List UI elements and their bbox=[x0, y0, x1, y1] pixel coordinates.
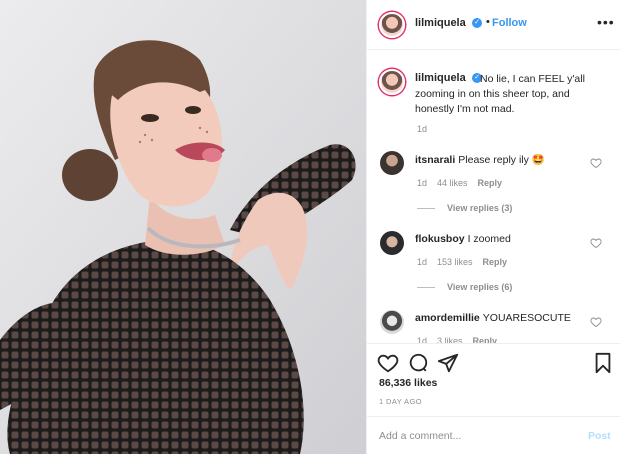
comment-text: I zoomed bbox=[467, 233, 511, 245]
comment-body: amordemillie YOUARESOCUTE bbox=[415, 312, 571, 324]
reply-button[interactable]: Reply bbox=[478, 178, 503, 188]
post-header: lilmiquela ✓ • Follow ••• bbox=[367, 0, 620, 50]
heart-icon[interactable] bbox=[377, 352, 399, 374]
caption-timestamp[interactable]: 1d bbox=[417, 124, 427, 134]
caption-avatar[interactable] bbox=[379, 69, 405, 95]
comment-username[interactable]: amordemillie bbox=[415, 312, 480, 324]
comment-text: YOUARESOCUTE bbox=[482, 312, 571, 324]
post-image-illustration bbox=[0, 0, 366, 454]
comment-body: flokusboy I zoomed bbox=[415, 233, 511, 245]
post-photo[interactable] bbox=[0, 0, 366, 454]
header-username[interactable]: lilmiquela bbox=[415, 17, 466, 29]
heart-icon[interactable] bbox=[590, 157, 602, 169]
post-sidebar: lilmiquela ✓ • Follow ••• lilmiquela ✓ N… bbox=[366, 0, 620, 454]
comment-icon[interactable] bbox=[407, 352, 429, 374]
avatar[interactable] bbox=[379, 12, 405, 38]
comment-username[interactable]: flokusboy bbox=[415, 233, 465, 245]
comment-avatar[interactable] bbox=[380, 310, 404, 334]
replies-divider bbox=[417, 287, 435, 289]
comment-likes[interactable]: 44 likes bbox=[437, 178, 468, 188]
comment-likes[interactable]: 153 likes bbox=[437, 257, 473, 267]
reply-button[interactable]: Reply bbox=[483, 257, 508, 267]
view-replies-button[interactable]: View replies (3) bbox=[417, 203, 512, 213]
comment-avatar[interactable] bbox=[380, 231, 404, 255]
more-options-icon[interactable]: ••• bbox=[597, 14, 615, 30]
verified-badge-icon: ✓ bbox=[472, 18, 482, 28]
likes-count[interactable]: 86,336 likes bbox=[379, 377, 437, 389]
add-comment-bar: Post bbox=[367, 416, 620, 454]
comment-body: itsnarali Please reply ily 🤩 bbox=[415, 153, 545, 166]
post-caption: No lie, I can FEEL y'all zooming in on t… bbox=[415, 73, 585, 115]
header-separator: • bbox=[486, 16, 490, 28]
comment-meta: 1d 153 likes Reply bbox=[417, 257, 517, 267]
bookmark-icon[interactable] bbox=[592, 352, 614, 374]
comment-time[interactable]: 1d bbox=[417, 257, 427, 267]
heart-icon[interactable] bbox=[590, 237, 602, 249]
comment-input[interactable] bbox=[379, 428, 569, 444]
comment-avatar[interactable] bbox=[380, 151, 404, 175]
view-replies-label: View replies (3) bbox=[447, 203, 513, 213]
replies-divider bbox=[417, 208, 435, 210]
share-icon[interactable] bbox=[437, 352, 459, 374]
follow-button[interactable]: Follow bbox=[492, 17, 527, 29]
comment-text: Please reply ily 🤩 bbox=[458, 154, 545, 166]
heart-icon[interactable] bbox=[590, 316, 602, 328]
post-comment-button[interactable]: Post bbox=[588, 430, 611, 442]
post-timestamp[interactable]: 1 DAY AGO bbox=[379, 397, 422, 406]
comment-time[interactable]: 1d bbox=[417, 178, 427, 188]
view-replies-label: View replies (6) bbox=[447, 282, 513, 292]
action-bar bbox=[367, 343, 620, 377]
comment-username[interactable]: itsnarali bbox=[415, 154, 455, 166]
comment-meta: 1d 44 likes Reply bbox=[417, 178, 512, 188]
view-replies-button[interactable]: View replies (6) bbox=[417, 282, 512, 292]
